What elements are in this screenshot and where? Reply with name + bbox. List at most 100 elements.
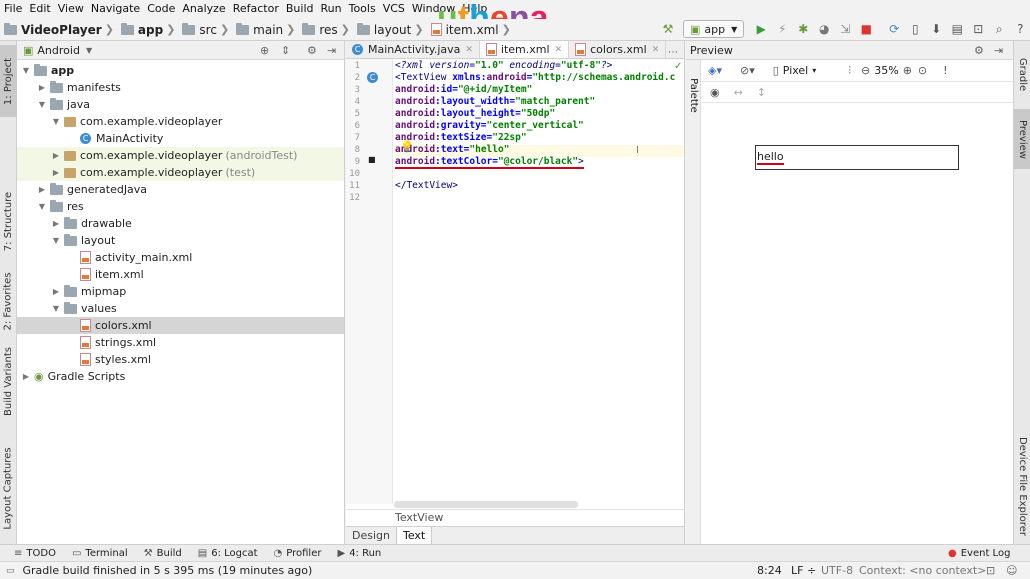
attach-debugger-icon[interactable]: ⇲: [836, 20, 854, 38]
lock-icon[interactable]: ⊡: [986, 564, 995, 577]
breadcrumb-item[interactable]: src ❯: [182, 22, 232, 37]
tree-item[interactable]: strings.xml: [17, 334, 344, 351]
warning-icon[interactable]: !: [943, 64, 947, 77]
zoom-in-icon[interactable]: ⊕: [903, 64, 912, 77]
sync-gradle-icon[interactable]: ⟳: [885, 20, 903, 38]
hide-icon[interactable]: ⇥: [327, 44, 336, 57]
breadcrumb-item[interactable]: VideoPlayer ❯: [4, 22, 117, 37]
tree-item[interactable]: ▶ generatedJava: [17, 181, 344, 198]
collapse-icon[interactable]: ⇕: [281, 44, 290, 57]
apply-changes-icon[interactable]: ⚡: [773, 20, 791, 38]
chevron-down-icon[interactable]: ▼: [86, 46, 92, 55]
sdk-manager-icon[interactable]: ⬇: [927, 20, 945, 38]
status-message[interactable]: Gradle build finished in 5 s 395 ms (19 …: [23, 564, 313, 577]
hammer-icon[interactable]: ⚒: [659, 20, 677, 38]
color-swatch-icon[interactable]: ■: [368, 155, 376, 164]
tree-item[interactable]: ▼ values: [17, 300, 344, 317]
code-line[interactable]: android:layout_height="50dp": [395, 108, 555, 119]
horizontal-resize-icon[interactable]: ↔: [734, 86, 743, 99]
tab-structure[interactable]: 7: Structure: [0, 181, 17, 261]
tab-project[interactable]: 1: Project: [0, 45, 17, 117]
run-icon[interactable]: ▶: [752, 20, 770, 38]
tree-item-selected[interactable]: colors.xml: [17, 317, 344, 334]
zoom-out-icon[interactable]: ⊖: [861, 64, 870, 77]
breadcrumb-item[interactable]: layout ❯: [356, 22, 427, 37]
layers-icon[interactable]: ◈▾: [708, 64, 722, 77]
menu-code[interactable]: Code: [147, 2, 175, 15]
code-line-error[interactable]: android:textColor="@color/black">: [395, 156, 584, 169]
tree-item[interactable]: ▶ mipmap: [17, 283, 344, 300]
tab-item-xml[interactable]: item.xml ✕: [479, 41, 570, 58]
zoom-fit-icon[interactable]: ⊙: [918, 64, 927, 77]
editor-breadcrumb[interactable]: TextView: [346, 509, 684, 525]
inspector-icon[interactable]: ☺: [1006, 564, 1017, 577]
tab-design[interactable]: Design: [346, 527, 396, 544]
code-line[interactable]: android:layout_width="match_parent": [395, 96, 595, 107]
tool-terminal[interactable]: ▭ Terminal: [72, 548, 128, 559]
tab-colors-xml[interactable]: colors.xml ✕: [569, 41, 667, 58]
locate-icon[interactable]: ⊕: [260, 44, 269, 57]
tab-preview[interactable]: Preview: [1014, 109, 1030, 169]
help-icon[interactable]: ?: [1011, 20, 1029, 38]
gear-icon[interactable]: ⚙: [974, 44, 984, 57]
tree-item[interactable]: ▶ ◉ Gradle Scripts: [17, 368, 344, 385]
tree-item[interactable]: styles.xml: [17, 351, 344, 368]
cursor-position[interactable]: 8:24: [757, 564, 782, 577]
tab-device-file-explorer[interactable]: Device File Explorer: [1014, 431, 1030, 541]
tree-item[interactable]: ▶ com.example.videoplayer (test): [17, 164, 344, 181]
menu-run[interactable]: Run: [321, 2, 342, 15]
tree-item[interactable]: activity_main.xml: [17, 249, 344, 266]
layout-inspector-icon[interactable]: ⊡: [969, 20, 987, 38]
eye-icon[interactable]: ◉: [710, 86, 720, 99]
tree-item[interactable]: ▶ com.example.videoplayer (androidTest): [17, 147, 344, 164]
line-separator[interactable]: LF ÷: [791, 564, 816, 577]
tree-item[interactable]: ▼ com.example.videoplayer: [17, 113, 344, 130]
tree-item[interactable]: ▶ drawable: [17, 215, 344, 232]
vertical-resize-icon[interactable]: ↕: [757, 86, 766, 99]
rendered-textview[interactable]: hello: [755, 145, 959, 170]
code-line[interactable]: android:gravity="center_vertical": [395, 120, 584, 131]
menu-analyze[interactable]: Analyze: [182, 2, 225, 15]
orientation-icon[interactable]: ⊘▾: [740, 64, 755, 77]
tool-logcat[interactable]: ▤ 6: Logcat: [198, 548, 258, 559]
tab-favorites[interactable]: 2: Favorites: [0, 266, 17, 336]
preview-canvas[interactable]: hello: [702, 104, 1013, 544]
menu-file[interactable]: File: [4, 2, 22, 15]
tree-item[interactable]: item.xml: [17, 266, 344, 283]
tool-todo[interactable]: ≡ TODO: [14, 548, 56, 559]
file-encoding[interactable]: UTF-8: [821, 564, 853, 577]
code-line[interactable]: <?xml version="1.0" encoding="utf-8"?>: [395, 60, 612, 71]
menu-refactor[interactable]: Refactor: [233, 2, 279, 15]
stop-icon[interactable]: ■: [857, 20, 875, 38]
tree-item[interactable]: ▼ res: [17, 198, 344, 215]
breadcrumb-item[interactable]: app ❯: [120, 22, 179, 37]
menu-view[interactable]: View: [58, 2, 84, 15]
tool-profiler[interactable]: ◔ Profiler: [274, 548, 322, 559]
hide-icon[interactable]: ⇥: [994, 44, 1003, 57]
tab-text[interactable]: Text: [395, 527, 433, 544]
code-line[interactable]: <TextView xmlns:android="http://schemas.…: [395, 72, 675, 83]
code-line[interactable]: android:textSize="22sp": [395, 132, 527, 143]
menu-edit[interactable]: Edit: [29, 2, 50, 15]
profile-icon[interactable]: ◕: [815, 20, 833, 38]
device-selector[interactable]: Pixel: [783, 64, 808, 77]
tab-overflow-icon[interactable]: ⋯: [666, 47, 684, 58]
tab-layout-captures[interactable]: Layout Captures: [0, 441, 17, 536]
menu-vcs[interactable]: VCS: [383, 2, 405, 15]
tab-mainactivity-java[interactable]: C MainActivity.java ✕: [346, 41, 480, 58]
search-icon[interactable]: ⌕: [990, 20, 1008, 38]
tree-item[interactable]: C MainActivity: [17, 130, 344, 147]
chevron-down-icon[interactable]: ▾: [812, 66, 816, 75]
tool-build[interactable]: ⚒ Build: [144, 548, 182, 559]
tab-gradle[interactable]: Gradle: [1014, 49, 1030, 99]
tree-item[interactable]: ▼ layout: [17, 232, 344, 249]
context-indicator[interactable]: Context: <no context>: [859, 564, 986, 577]
code-line[interactable]: android:id="@+id/myItem": [395, 84, 532, 95]
tool-event-log[interactable]: ● Event Log: [948, 548, 1010, 559]
horizontal-scrollbar[interactable]: [394, 501, 578, 508]
class-gutter-icon[interactable]: C: [367, 72, 378, 83]
breadcrumb-item[interactable]: main ❯: [236, 22, 298, 37]
code-line[interactable]: </TextView>: [395, 180, 458, 191]
breadcrumb-item[interactable]: res ❯: [302, 22, 353, 37]
tune-icon[interactable]: ⫶: [848, 64, 851, 78]
